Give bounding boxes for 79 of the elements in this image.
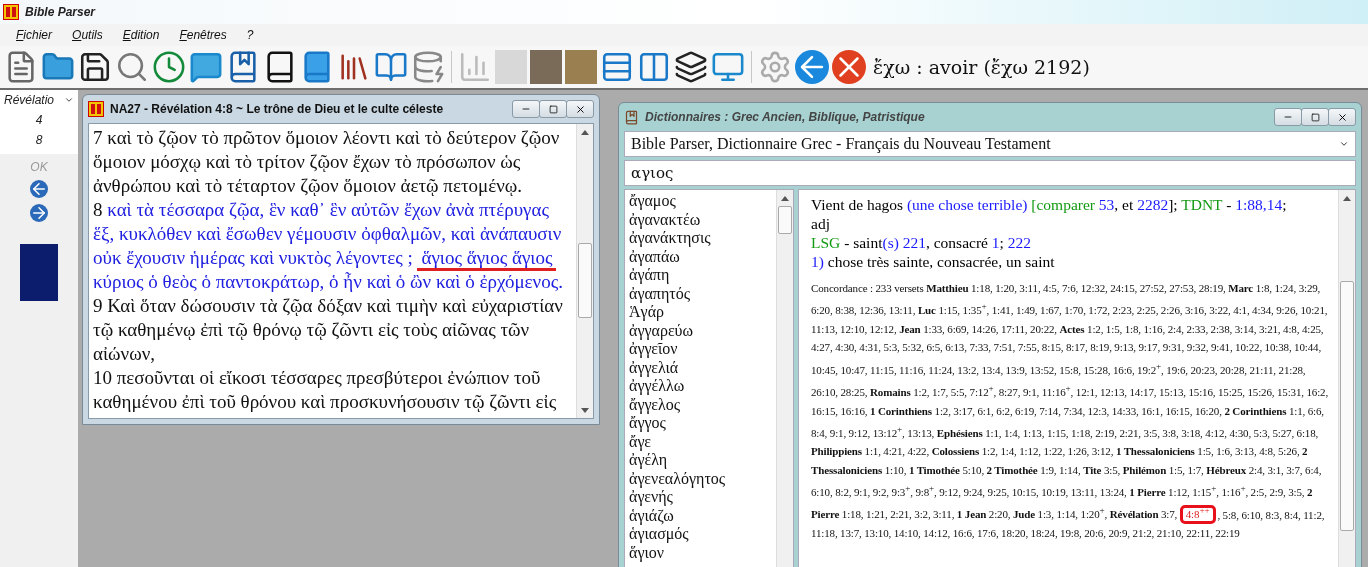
word-list-item[interactable]: ἀγγέλλω bbox=[629, 377, 772, 396]
definition-text: 1) chose très sainte, consacrée, un saint bbox=[811, 252, 1056, 271]
maximize-button[interactable] bbox=[1301, 108, 1329, 126]
clock-icon[interactable] bbox=[152, 50, 186, 84]
word-list-item[interactable]: ἄγγελος bbox=[629, 395, 772, 414]
word-list-item[interactable]: ἀγενεαλόγητος bbox=[629, 469, 772, 488]
verse-text: 7 καὶ τὸ ζῷον τὸ πρῶτον ὅμοιον λέοντι καὶ τὸ δεύτερον ζῷον ὅμοιον μόσχῳ καὶ τὸ τρίτον ζῷον ἔχων τὸ πρόσωπον ὡς ἀνθρώπου καὶ τὸ τέταρτον ζῷον ὅμοιον ἀετῷ πετομένῳ. bbox=[93, 126, 561, 198]
concordance-text: Concordance : 233 versets Matthieu 1:18, 1:20, 3:11, 4:5, 7:6, 12:32, 24:15, 27:52, 27:53, 28:19, Marc 1:8, 1:24, 3:29, 6:20, 8:38, 12:36, 13:11, Luc 1:15, 1:35$^{+}$, 1:41, 1:49, 1:67, 1:70, 1:72, 2:23, 2:25, 2:26, 3:16, 3:22, 4:1, 4:34, 9:26, 10:21, 11:13, 12:10, 12:12, Jean 1:33, 6:69, 14:26, 17:11, 20:22, Actes 1:2, 1:5, 1:8, 1:16, 2:4, 2:33, 2:38, 3:14, 3:21, 4:8, 4:25, 4:27, 4:30, 4:31, 5:3, 5:32, 6:5, 6:13, 7:33, 7:51, 7:55, 8:15, 8:17, 8:19, 9:13, 9:17, 9:31, 9:32, 9:41, 10:22, 10:38, 10:44, 10:45, 10:47, 11:15, 11:16, 11:24, 13:2, 13:4, 13:9, 13:52, 15:8, 15:28, 16:6, 19:2$^{+}$, 19:6, 20:23, 20:28, 21:11, 21:28, 26:10, 28:25, Romains 1:2, 1:7, 5:5, 7:12$^{+}$, 8:27, 9:1, 11:16$^{+}$, 12:1, 12:13, 14:17, 15:13, 15:16, 15:25, 15:26, 15:31, 16:2, 16:15, 16:16, 1 Corinthiens 1:2, 3:17, 6:1, 6:2, 6:19, 7:14, 7:34, 12:3, 14:33, 16:1, 16:15, 16:20, 2 Corinthiens 1:1, 6:6, 8:4, 9:1, 9:12, 13:12$^{+}$, 13:13, Ephésiens 1:1, 1:4, 1:13, 1:15, 1:18, 2:19, 2:21, 3:5, 3:8, 3:18, 4:12, 4:30, 5:3, 5:27, 6:18, Philippiens 1:1, 4:21, 4:22, Colossiens 1:2, 1:4, 1:12, 1:22, 1:26, 3:12, 1 Thessaloniciens 1:5, 1:6, 3:13, 4:8, 5:26, 2 Thessaloniciens 1:10, 1 Timothée 5:10, 2 Timothée 1:9, 1:14, Tite 3:5, Philémon 1:5, 1:7, Hébreux 2:4, 3:1, 3:7, 6:4, 6:10, 8:2, 9:1, 9:2, 9:3$^{+}$, 9:8$^{+}$, 9:12, 9:24, 9:25, 10:15, 10:19, 13:11, 13:24, 1 Pierre 1:12, 1:15$^{+}$, 1:16$^{+}$, 2:5, 2:9, 3:5, 2 Pierre 1:18, 1:21, 2:21, 3:2, 3:11, 1 Jean 2:20, Jude 1:3, 1:14, 1:20$^{+}$, Révélation 3:7, 4:8$^{++}$ , 5:8, 6:10, 8:3, 8:4, 11:2, 11:18, 13:7, 13:10, 14:10, 14:12, 16:6, 17:6, 18:20, 18:24, 19:8, 20:6, 20:9, 21:2, 21:10, 22:11, 22:19 bbox=[811, 281, 1330, 542]
menu-item[interactable]: Fenêtres bbox=[179, 28, 227, 42]
horizontal-layout-icon[interactable] bbox=[600, 50, 634, 84]
cascade-windows-icon[interactable] bbox=[674, 50, 708, 84]
verse-text: 10 πεσοῦνται οἱ εἴκοσι τέσσαρες πρεσβύτεροι ἐνώπιον τοῦ καθημένου ἐπὶ τοῦ θρόνου καὶ προσκυνήσουσιν τῷ ζῶντι εἰς bbox=[93, 366, 558, 414]
app-title: Bible Parser bbox=[25, 5, 96, 19]
word-list-item[interactable]: ἀγγεῖον bbox=[629, 340, 772, 359]
word-list-item[interactable]: ἀγανακτέω bbox=[629, 210, 772, 229]
word-list-item[interactable]: ἀγανάκτησις bbox=[629, 229, 772, 248]
word-list-item[interactable]: ἄγαμος bbox=[629, 192, 772, 211]
scrollbar-thumb[interactable] bbox=[778, 206, 792, 234]
close-icon bbox=[1336, 111, 1348, 123]
word-list-item[interactable]: ἄγε bbox=[629, 432, 772, 451]
word-list-item[interactable]: ἀγγαρεύω bbox=[629, 321, 772, 340]
app-logo-icon bbox=[88, 101, 104, 117]
books-icon bbox=[624, 109, 639, 125]
verse-text: 8 καὶ τὰ τέσσαρα ζῷα, ἓν καθ᾽ ἓν αὐτῶν ἔχων ἀνὰ πτέρυγας ἕξ, κυκλόθεν καὶ ἔσωθεν γέμουσιν ὀφθαλμῶν, καὶ ἀνάπαυσιν οὐκ ἔχουσιν ἡμέρας καὶ νυκτὸς λέγοντες ; ἅγιος ἅγιος ἅγιος κύριος ὁ θεὸς ὁ παντοκράτωρ, ὁ ἦν καὶ ὁ ὢν καὶ ὁ ἐρχόμενος. bbox=[93, 198, 564, 294]
maximize-icon bbox=[1310, 112, 1320, 122]
menu-item[interactable]: Fichier bbox=[16, 28, 53, 42]
menu-item[interactable]: Edition bbox=[122, 28, 160, 42]
database-search-icon[interactable] bbox=[411, 50, 445, 84]
monitor-icon[interactable] bbox=[711, 50, 745, 84]
headword-text: ἔχω : avoir (ἔχω 2192) bbox=[873, 56, 1090, 78]
open-book-icon[interactable] bbox=[374, 50, 408, 84]
search-icon[interactable] bbox=[115, 50, 149, 84]
window-title: Dictionnaires : Grec Ancien, Biblique, Patristique bbox=[645, 110, 926, 124]
caret-icon bbox=[64, 95, 74, 105]
minimize-button[interactable] bbox=[1274, 108, 1302, 126]
scroll-up-arrow-icon[interactable] bbox=[1343, 195, 1351, 201]
menu-item[interactable]: ? bbox=[246, 28, 254, 42]
close-icon[interactable] bbox=[832, 50, 866, 84]
scrollbar[interactable] bbox=[576, 124, 593, 418]
menu-item[interactable]: Outils bbox=[72, 28, 103, 42]
definition-text: Vient de hagos (une chose terrible) [comparer 53, et 2282]; TDNT - 1:88,14; bbox=[811, 195, 1288, 214]
word-list-item[interactable]: ἀγέλη bbox=[629, 451, 772, 470]
word-list-item[interactable]: ἀγαπητός bbox=[629, 284, 772, 303]
verse-number[interactable]: 8 bbox=[35, 130, 43, 150]
scrollbar-thumb[interactable] bbox=[1340, 280, 1354, 531]
close-button[interactable] bbox=[566, 100, 594, 118]
close-button[interactable] bbox=[1328, 108, 1356, 126]
settings-icon[interactable] bbox=[758, 50, 792, 84]
highlight-frame bbox=[1179, 505, 1217, 525]
word-list-item[interactable]: ἁγιασμός bbox=[629, 525, 772, 544]
book-dropdown[interactable]: Révélatio bbox=[0, 90, 78, 110]
scroll-up-arrow-icon[interactable] bbox=[581, 129, 589, 135]
minimize-button[interactable] bbox=[512, 100, 540, 118]
scroll-down-arrow-icon[interactable] bbox=[581, 407, 589, 413]
word-list-item[interactable]: ἀγενής bbox=[629, 488, 772, 507]
scroll-up-arrow-icon[interactable] bbox=[781, 195, 789, 201]
word-list-item[interactable]: ἀγαπάω bbox=[629, 247, 772, 266]
word-list-item[interactable]: ἀγάπη bbox=[629, 266, 772, 285]
word-list-item[interactable]: ἁγιάζω bbox=[629, 506, 772, 525]
definition-text: LSG - saint(s) 221, consacré 1; 222 bbox=[811, 233, 1032, 252]
scrollbar[interactable] bbox=[776, 190, 793, 567]
scrollbar[interactable] bbox=[1338, 190, 1355, 567]
scrollbar-thumb[interactable] bbox=[578, 242, 592, 318]
speech-bubble-icon[interactable] bbox=[189, 50, 223, 84]
close-icon bbox=[574, 103, 586, 115]
definition-text: adj bbox=[811, 214, 831, 233]
search-field[interactable]: αγιος bbox=[624, 160, 1356, 186]
maximize-icon bbox=[548, 104, 558, 114]
word-list-item[interactable]: Ἁγάρ bbox=[629, 303, 772, 322]
word-list-item[interactable]: ἄγγος bbox=[629, 414, 772, 433]
caret-icon bbox=[1339, 139, 1349, 149]
word-list-item[interactable]: ἅγιον bbox=[629, 543, 772, 562]
window-title: NA27 - Révélation 4:8 ~ Le trône de Dieu et le culte céleste bbox=[110, 102, 445, 116]
word-list-item[interactable]: ἀγγελιά bbox=[629, 358, 772, 377]
chapter-number[interactable]: 4 bbox=[35, 110, 43, 130]
maximize-button[interactable] bbox=[539, 100, 567, 118]
vertical-layout-icon[interactable] bbox=[637, 50, 671, 84]
dictionary-dropdown[interactable]: Bible Parser, Dictionnaire Grec - Français du Nouveau Testament bbox=[624, 131, 1356, 157]
app-logo-icon bbox=[3, 4, 19, 20]
